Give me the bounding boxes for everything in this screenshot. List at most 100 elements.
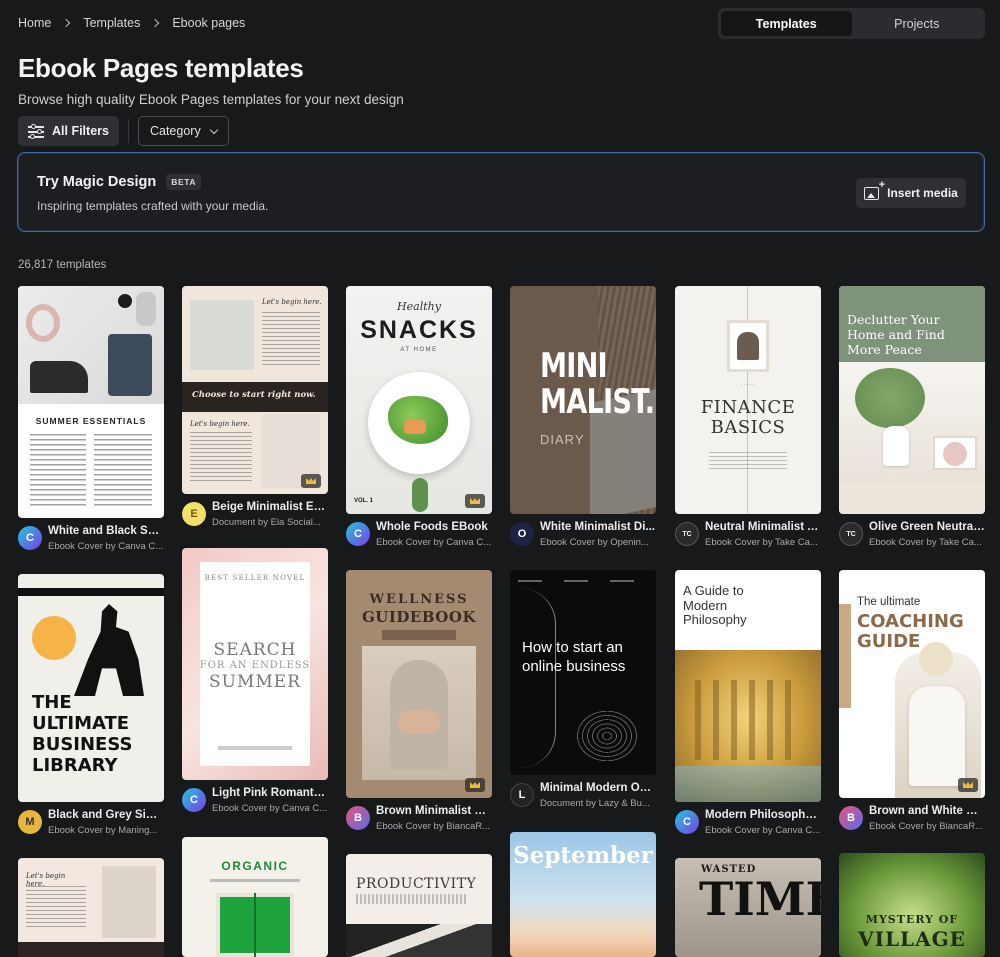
thumb-text: A Guide to Modern Philosophy (683, 583, 747, 627)
insert-media-button[interactable]: Insert media (856, 178, 966, 208)
template-thumbnail[interactable]: MYSTERY OF VILLAGE (839, 853, 985, 957)
template-title: Brown Minimalist W... (376, 805, 492, 817)
add-image-icon (864, 179, 885, 200)
premium-crown-icon (465, 778, 485, 792)
magic-design-banner: Try Magic Design BETA Inspiring template… (17, 152, 985, 232)
filter-divider (127, 119, 129, 143)
all-filters-button[interactable]: All Filters (18, 116, 119, 146)
thumb-text: PRODUCTIVITY (356, 876, 477, 892)
thumb-text: WELLNESS (369, 592, 469, 607)
thumb-text: FOR AN ENDLESS (199, 660, 311, 671)
author-avatar: B (346, 806, 370, 830)
template-author: Ebook Cover by Canva C... (705, 825, 821, 836)
template-meta[interactable]: C Modern Philosophy ... Ebook Cover by C… (675, 806, 821, 842)
author-avatar: O (510, 522, 534, 546)
thumb-text: DIARY (540, 432, 585, 447)
template-title: Modern Philosophy ... (705, 809, 821, 821)
author-avatar: TC (675, 522, 699, 546)
template-meta[interactable]: C White and Black Su... Ebook Cover by C… (18, 522, 164, 558)
template-thumbnail[interactable]: WASTED TIME (675, 858, 821, 957)
template-thumbnail[interactable]: September (510, 832, 656, 957)
template-meta[interactable]: TC Olive Green Neutral ... Ebook Cover b… (839, 518, 985, 554)
template-author: Ebook Cover by Take Ca... (869, 537, 982, 548)
magic-design-title-text: Try Magic Design (37, 174, 157, 190)
thumb-text: SUMMER ESSENTIALS (35, 416, 147, 426)
template-title: Light Pink Romantic ... (212, 787, 328, 799)
thumb-text: VILLAGE (858, 927, 966, 951)
breadcrumb: Home Templates Ebook pages (18, 16, 245, 30)
template-thumbnail[interactable]: SUMMER ESSENTIALS (18, 286, 164, 518)
page-subtitle: Browse high quality Ebook Pages template… (18, 92, 404, 107)
template-author: Ebook Cover by BiancaR... (869, 821, 984, 832)
template-meta[interactable]: TC Neutral Minimalist A... Ebook Cover b… (675, 518, 821, 554)
template-thumbnail[interactable]: Let's begin here. (18, 858, 164, 957)
category-label: Category (149, 124, 201, 138)
template-thumbnail[interactable]: PRODUCTIVITY (346, 854, 492, 957)
template-author: Ebook Cover by BiancaR... (376, 821, 491, 832)
thumb-text: Declutter Your Home and Find More Peace (847, 312, 945, 357)
template-title: Minimal Modern Onl... (540, 782, 656, 794)
thumb-text: Choose to start right now. (192, 390, 316, 400)
all-filters-label: All Filters (52, 124, 109, 138)
sliders-icon (28, 124, 44, 139)
template-meta[interactable]: M Black and Grey Sim... Ebook Cover by M… (18, 806, 164, 842)
magic-design-title: Try Magic Design BETA (37, 174, 202, 190)
template-thumbnail[interactable]: WELLNESS GUIDEBOOK (346, 570, 492, 798)
premium-crown-icon (958, 778, 978, 792)
template-thumbnail[interactable]: THE ULTIMATE BUSINESS LIBRARY (18, 574, 164, 802)
canva-avatar: C (18, 526, 42, 550)
thumb-text: SUMMER (209, 672, 301, 692)
thumb-text: MYSTERY OF (865, 913, 959, 926)
thumb-text: The ultimate (857, 596, 921, 608)
template-thumbnail[interactable]: ORGANIC (182, 837, 328, 957)
canva-avatar: C (182, 788, 206, 812)
template-title: Brown and White Mi... (869, 805, 985, 817)
template-title: White and Black Su... (48, 525, 164, 537)
template-title: Whole Foods EBook (376, 521, 488, 533)
thumb-text: September (513, 842, 653, 869)
template-author: Ebook Cover by Openin... (540, 537, 649, 548)
premium-crown-icon (465, 494, 485, 508)
template-thumbnail[interactable]: Let's begin here. Choose to start right … (182, 286, 328, 494)
thumb-text: FINANCE BASICS (700, 397, 796, 438)
template-thumbnail[interactable]: How to start an online business (510, 570, 656, 775)
template-meta[interactable]: C Light Pink Romantic ... Ebook Cover by… (182, 784, 328, 820)
breadcrumb-ebook-pages[interactable]: Ebook pages (172, 16, 245, 30)
thumb-text: TIME (699, 872, 821, 926)
template-thumbnail[interactable]: The ultimate COACHING GUIDE (839, 570, 985, 798)
template-author: Ebook Cover by Maning... (48, 825, 158, 836)
template-thumbnail[interactable]: ····· FINANCE BASICS (675, 286, 821, 514)
template-count: 26,817 templates (18, 259, 107, 271)
author-avatar: L (510, 783, 534, 807)
template-thumbnail[interactable]: Healthy SNACKS AT HOME VOL. 1 (346, 286, 492, 514)
template-author: Ebook Cover by Take Ca... (705, 537, 818, 548)
chevron-right-icon (62, 18, 71, 28)
template-meta[interactable]: O White Minimalist Di... Ebook Cover by … (510, 518, 656, 554)
template-meta[interactable]: B Brown and White Mi... Ebook Cover by B… (839, 802, 985, 838)
toggle-templates[interactable]: Templates (721, 11, 852, 36)
template-thumbnail[interactable]: A Guide to Modern Philosophy (675, 570, 821, 802)
canva-avatar: C (675, 810, 699, 834)
beta-badge: BETA (166, 174, 202, 190)
category-dropdown[interactable]: Category (137, 116, 229, 146)
template-thumbnail[interactable]: Declutter Your Home and Find More Peace (839, 286, 985, 514)
template-thumbnail[interactable]: BEST SELLER NOVEL SEARCH FOR AN ENDLESS … (182, 548, 328, 780)
template-thumbnail[interactable]: MINI MALIST. DIARY (510, 286, 656, 514)
template-meta[interactable]: C Whole Foods EBook Ebook Cover by Canva… (346, 518, 492, 554)
thumb-text: How to start an online business (522, 639, 626, 675)
template-author: Document by Ela Social... (212, 517, 321, 528)
filter-bar: All Filters Category (18, 116, 229, 146)
view-toggle: Templates Projects (718, 8, 985, 39)
toggle-projects[interactable]: Projects (852, 11, 983, 36)
template-title: Neutral Minimalist A... (705, 521, 821, 533)
author-avatar: E (182, 502, 206, 526)
template-title: Black and Grey Sim... (48, 809, 164, 821)
template-title: Beige Minimalist Eb... (212, 501, 328, 513)
template-meta[interactable]: B Brown Minimalist W... Ebook Cover by B… (346, 802, 492, 838)
thumb-text: GUIDEBOOK (362, 608, 476, 626)
template-meta[interactable]: L Minimal Modern Onl... Document by Lazy… (510, 779, 656, 815)
template-meta[interactable]: E Beige Minimalist Eb... Document by Ela… (182, 498, 328, 534)
canva-avatar: C (346, 522, 370, 546)
breadcrumb-home[interactable]: Home (18, 16, 51, 30)
breadcrumb-templates[interactable]: Templates (83, 16, 140, 30)
